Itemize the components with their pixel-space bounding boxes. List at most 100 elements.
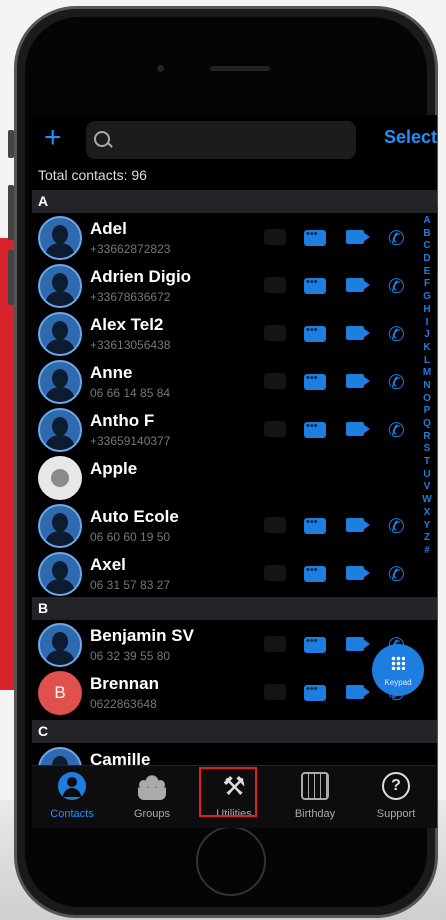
alphabet-index-letter[interactable]: V [420,481,434,494]
avatar-body [46,435,74,450]
phone-call-icon[interactable]: ✆ [388,562,405,587]
alphabet-index-letter[interactable]: F [420,278,434,291]
contact-row[interactable]: Alex Tel2 +33613056438 ✆ [32,310,412,358]
video-call-icon[interactable] [346,326,364,340]
phone-call-icon[interactable]: ✆ [388,322,405,347]
phone-call-icon[interactable]: ✆ [388,274,405,299]
tab-support[interactable]: ? Support [356,766,436,828]
message-icon[interactable] [304,276,326,294]
alphabet-index-letter[interactable]: # [420,545,434,558]
contact-row[interactable]: Apple [32,454,412,502]
alphabet-index-letter[interactable]: T [420,456,434,469]
alphabet-index-letter[interactable]: C [420,240,434,253]
alphabet-index-letter[interactable]: Y [420,520,434,533]
contact-name: Antho F [90,411,155,430]
utilities-highlight-box [199,767,257,817]
select-button[interactable]: Select [384,127,437,148]
tab-birthday[interactable]: Birthday [275,766,355,828]
contact-row[interactable]: Adrien Digio +33678636672 ✆ [32,262,412,310]
avatar-initial: B [38,671,82,715]
message-icon[interactable] [304,420,326,438]
contact-name: Auto Ecole [90,507,179,526]
faded-action-icon [264,684,286,700]
video-call-icon[interactable] [346,685,364,699]
video-call-icon[interactable] [346,566,364,580]
top-bar: + Select [32,115,437,165]
avatar-person-icon [38,312,82,356]
contact-phone: 06 31 57 83 27 [90,578,171,592]
alphabet-index[interactable]: A B C D E F G H I J K L M N O P Q R S T U V W X Y Z # [420,215,434,558]
video-call-icon[interactable] [346,518,364,532]
faded-action-icon [264,277,286,293]
alphabet-index-letter[interactable]: J [420,329,434,342]
avatar-person-icon [38,216,82,260]
message-icon[interactable] [304,635,326,653]
home-button[interactable] [196,826,266,896]
video-call-icon[interactable] [346,278,364,292]
contact-row[interactable]: Axel 06 31 57 83 27 ✆ [32,550,412,598]
section-header-b: B [32,597,437,620]
faded-action-icon [264,517,286,533]
contact-row[interactable]: Antho F +33659140377 ✆ [32,406,412,454]
contact-row[interactable]: Adel +33662872823 ✆ [32,214,412,262]
video-call-icon[interactable] [346,422,364,436]
alphabet-index-letter[interactable]: D [420,253,434,266]
alphabet-index-letter[interactable]: G [420,291,434,304]
add-contact-button[interactable]: + [44,123,62,153]
alphabet-index-letter[interactable]: N [420,380,434,393]
alphabet-index-letter[interactable]: Q [420,418,434,431]
alphabet-index-letter[interactable]: A [420,215,434,228]
alphabet-index-letter[interactable]: L [420,355,434,368]
avatar-head [52,321,68,340]
message-icon[interactable] [304,324,326,342]
support-icon: ? [382,772,410,800]
video-call-icon[interactable] [346,374,364,388]
alphabet-index-letter[interactable]: H [420,304,434,317]
message-icon[interactable] [304,564,326,582]
contact-row[interactable]: Anne 06 66 14 85 84 ✆ [32,358,412,406]
video-call-icon[interactable] [346,637,364,651]
alphabet-index-letter[interactable]: B [420,228,434,241]
phone-call-icon[interactable]: ✆ [388,226,405,251]
alphabet-index-letter[interactable]: I [420,317,434,330]
front-camera [157,65,164,72]
alphabet-index-letter[interactable]: X [420,507,434,520]
avatar-person-icon [38,264,82,308]
contact-row[interactable]: BBrennan0622863648✆ [32,669,412,717]
avatar-head [52,417,68,436]
avatar-head [52,561,68,580]
alphabet-index-letter[interactable]: W [420,494,434,507]
phone-call-icon[interactable]: ✆ [388,370,405,395]
earpiece-speaker [210,66,270,71]
search-input[interactable] [86,121,356,159]
keypad-button[interactable]: Keypad [372,644,424,696]
avatar-body [46,531,74,546]
contact-name: Apple [90,459,138,478]
alphabet-index-letter[interactable]: E [420,266,434,279]
phone-call-icon[interactable]: ✆ [388,418,405,443]
alphabet-index-letter[interactable]: U [420,469,434,482]
alphabet-index-letter[interactable]: Z [420,532,434,545]
alphabet-index-letter[interactable]: O [420,393,434,406]
tab-groups[interactable]: Groups [112,766,192,828]
alphabet-index-letter[interactable]: K [420,342,434,355]
message-icon[interactable] [304,516,326,534]
avatar-head [52,369,68,388]
tab-contacts[interactable]: Contacts [32,766,112,828]
message-icon[interactable] [304,228,326,246]
message-icon[interactable] [304,372,326,390]
alphabet-index-letter[interactable]: R [420,431,434,444]
contact-row[interactable]: Benjamin SV06 32 39 55 80✆ [32,621,412,669]
avatar-person-icon [38,408,82,452]
alphabet-index-letter[interactable]: M [420,367,434,380]
contact-name: Axel [90,555,126,574]
keypad-icon [391,656,405,670]
alphabet-index-letter[interactable]: P [420,405,434,418]
video-call-icon[interactable] [346,230,364,244]
contact-row[interactable]: Auto Ecole 06 60 60 19 50 ✆ [32,502,412,550]
alphabet-index-letter[interactable]: S [420,443,434,456]
phone-call-icon[interactable]: ✆ [388,514,405,539]
message-icon[interactable] [304,683,326,701]
avatar-body [46,291,74,306]
contact-phone: +33662872823 [90,242,171,256]
